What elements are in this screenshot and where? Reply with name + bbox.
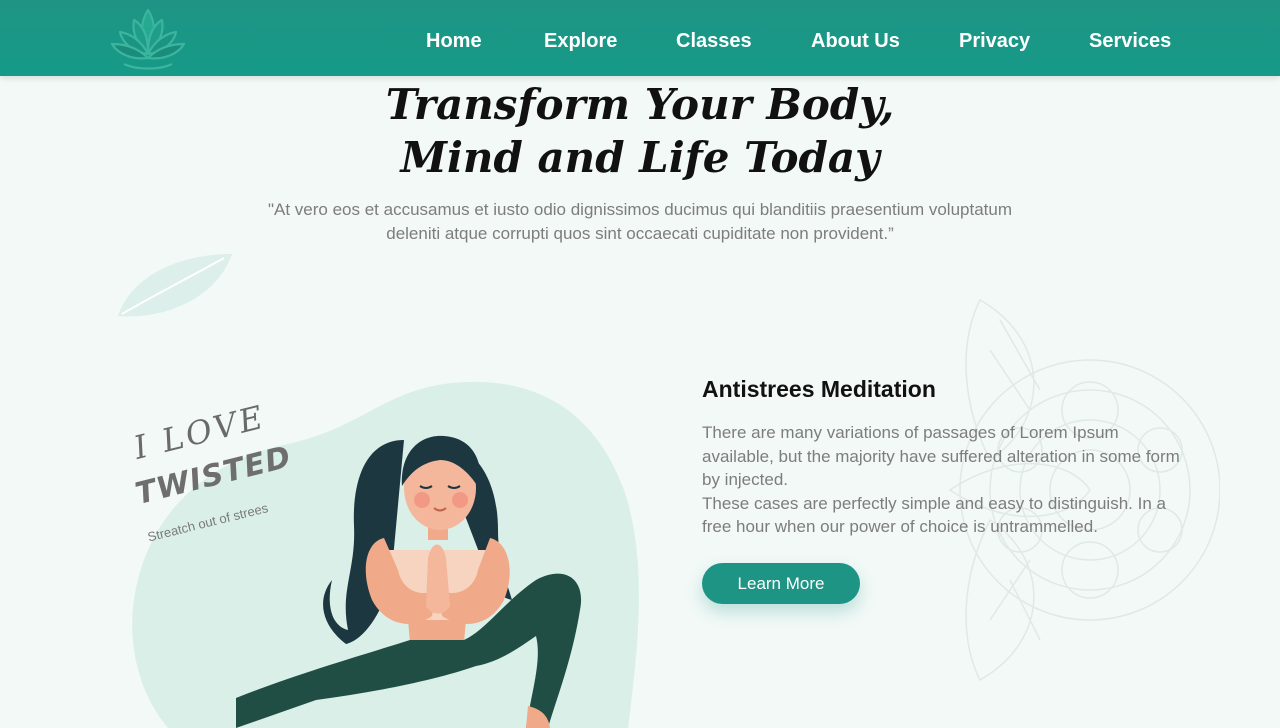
hero-quote-line2: deleniti atque corrupti quos sint occaec…: [386, 224, 894, 243]
lotus-logo-icon[interactable]: [106, 4, 190, 72]
learn-more-button[interactable]: Learn More: [702, 563, 860, 604]
hero-quote-line1: "At vero eos et accusamus et iusto odio …: [267, 200, 1012, 219]
nav-privacy[interactable]: Privacy: [959, 30, 1030, 53]
feature-paragraph-2: These cases are perfectly simple and eas…: [702, 493, 1166, 537]
nav-classes[interactable]: Classes: [676, 30, 752, 53]
nav-explore[interactable]: Explore: [544, 30, 617, 53]
feature-paragraph-1: There are many variations of passages of…: [702, 423, 1180, 489]
nav-services[interactable]: Services: [1089, 30, 1171, 53]
hero-title-line1: Transform Your Body,: [385, 80, 895, 129]
site-header: Home Explore Classes About Us Privacy Se…: [0, 0, 1280, 76]
hero-title-line2: Mind and Life Today: [400, 133, 880, 182]
hero-quote: "At vero eos et accusamus et iusto odio …: [230, 198, 1050, 246]
hero-title: Transform Your Body, Mind and Life Today: [0, 78, 1280, 184]
leaf-icon: [118, 254, 232, 317]
yoga-woman-illustration: [236, 435, 582, 728]
nav-about-us[interactable]: About Us: [811, 30, 900, 53]
feature-description: There are many variations of passages of…: [702, 421, 1182, 539]
feature-title: Antistrees Meditation: [702, 376, 936, 402]
nav-home[interactable]: Home: [426, 30, 482, 53]
